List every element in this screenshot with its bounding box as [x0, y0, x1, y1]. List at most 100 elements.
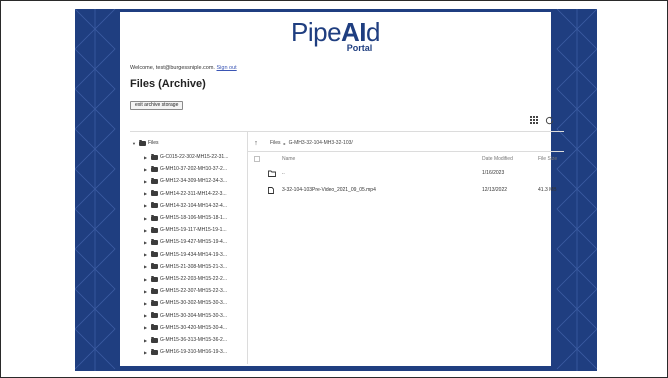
caret-right-icon[interactable]: ▶ [144, 313, 149, 318]
caret-right-icon[interactable]: ▶ [144, 301, 149, 306]
tree-folder-item[interactable]: ▶ G-MH15-22-307-MH15-22-3... [144, 287, 227, 295]
tree-folder-item[interactable]: ▶ G-MH15-18-106-MH15-18-1... [144, 214, 227, 221]
column-file-size[interactable]: File Size [538, 154, 557, 164]
breadcrumb-separator: ▸ [283, 140, 286, 146]
tree-folder-label: G-MH15-19-427-MH15-19-4... [160, 239, 227, 246]
tree-folder-label: G-C015-22-302-MH15-22-31... [160, 154, 229, 160]
welcome-line: Welcome, test@burgessniple.com. Sign out [130, 65, 237, 71]
column-date-modified[interactable]: Date Modified [482, 154, 513, 164]
table-row[interactable]: .. 1/16/2023 [248, 167, 564, 179]
file-icon [268, 184, 274, 196]
file-date-modified: 12/13/2022 [482, 187, 508, 193]
file-size: 41.3 MB [538, 187, 557, 193]
tree-folder-label: G-MH14-32-104-MH14-32-4... [160, 202, 227, 209]
tree-folder-item[interactable]: ▶ G-MH10-37-202-MH10-37-2... [144, 165, 227, 173]
exit-archive-button[interactable]: exit archive storage [130, 101, 184, 110]
folder-icon [151, 226, 158, 233]
file-list: ↑ Files ▸ G-MH3-32-104-MH3-32-103/ Name … [248, 132, 564, 364]
folder-icon [151, 263, 158, 270]
tree-folder-item[interactable]: ▶ G-MH14-32-104-MH14-32-4... [144, 202, 227, 209]
folder-icon [151, 177, 158, 184]
caret-right-icon[interactable]: ▶ [144, 203, 149, 208]
caret-right-icon[interactable]: ▶ [144, 179, 149, 184]
sign-out-link[interactable]: Sign out [217, 65, 237, 71]
tree-folder-item[interactable]: ▶ G-C015-22-302-MH15-22-31... [144, 153, 229, 160]
caret-right-icon[interactable]: ▶ [144, 240, 149, 245]
tree-folder-item[interactable]: ▶ G-MH12-34-309-MH12-34-3... [144, 177, 227, 185]
caret-right-icon[interactable]: ▶ [144, 289, 149, 294]
breadcrumb-current: G-MH3-32-104-MH3-32-103/ [288, 140, 353, 146]
tree-folder-item[interactable]: ▶ G-MH15-22-203-MH15-22-2... [144, 275, 227, 282]
caret-right-icon[interactable]: ▶ [144, 252, 149, 257]
caret-right-icon[interactable]: ▶ [144, 228, 149, 233]
tree-folder-item[interactable]: ▶ G-MH15-30-302-MH15-30-3... [144, 299, 227, 307]
file-name[interactable]: 3-32-104-103Pre-Video_2021_09_05.mp4 [282, 184, 376, 196]
caret-down-icon[interactable]: ▼ [132, 141, 137, 146]
folder-icon [151, 324, 158, 331]
file-date-modified: 1/16/2023 [482, 170, 505, 176]
tree-folder-item[interactable]: ▶ G-MH14-22-311-MH14-22-3... [144, 190, 227, 197]
welcome-text: Welcome, test@burgessniple.com. [130, 65, 215, 71]
grid-view-icon[interactable] [528, 116, 540, 128]
caret-right-icon[interactable]: ▶ [144, 338, 149, 343]
folder-icon [151, 165, 158, 172]
upload-icon[interactable]: ↑ [248, 140, 264, 147]
page-title: Files (Archive) [130, 78, 206, 90]
tree-folder-item[interactable]: ▶ G-MH15-36-313-MH15-36-2... [144, 336, 227, 343]
folder-icon [151, 336, 158, 343]
select-all-checkbox[interactable] [254, 156, 260, 162]
table-row[interactable]: 3-32-104-103Pre-Video_2021_09_05.mp4 12/… [248, 184, 564, 196]
folder-icon [151, 190, 158, 197]
caret-right-icon[interactable]: ▶ [144, 264, 149, 269]
tree-folder-item[interactable]: ▶ G-MH16-19-310-MH16-19-3... [144, 348, 227, 356]
refresh-icon[interactable] [543, 116, 555, 128]
tree-folder-label: G-MH15-22-307-MH15-22-3... [160, 288, 227, 295]
pipeaid-logo: PipeAId Portal [120, 18, 551, 53]
folder-icon [151, 287, 158, 294]
parent-folder-icon [268, 167, 276, 179]
caret-right-icon[interactable]: ▶ [144, 191, 149, 196]
tree-folder-item[interactable]: ▶ G-MH15-30-420-MH15-30-4... [144, 324, 227, 331]
tree-folder-label: G-MH12-34-309-MH12-34-3... [160, 178, 227, 185]
column-name[interactable]: Name [282, 154, 295, 164]
folder-icon [151, 214, 158, 221]
folder-open-icon [139, 139, 146, 146]
caret-right-icon[interactable]: ▶ [144, 325, 149, 330]
tree-folder-label: G-MH15-30-302-MH15-30-3... [160, 300, 227, 307]
file-name[interactable]: .. [282, 167, 285, 179]
column-header-row: Name Date Modified File Size [248, 154, 564, 164]
tree-folder-item[interactable]: ▶ G-MH15-19-434-MH14-19-3... [144, 251, 227, 258]
portal-page: PipeAId Portal Welcome, test@burgessnipl… [120, 12, 564, 366]
folder-icon [151, 202, 158, 209]
background-band: PipeAId Portal Welcome, test@burgessnipl… [75, 9, 597, 371]
folder-tree: ▼ Files ▶ G-C015-22-302-MH15-22-31... ▶ G-M… [130, 132, 248, 364]
caret-right-icon[interactable]: ▶ [144, 216, 149, 221]
tree-folder-label: G-MH15-19-434-MH14-19-3... [160, 251, 227, 258]
divider [248, 151, 564, 152]
tree-folder-item[interactable]: ▶ G-MH15-19-117-MH15-19-1... [144, 226, 227, 234]
tree-folder-label: G-MH14-22-311-MH14-22-3... [160, 190, 227, 197]
tree-folder-label: G-MH15-19-117-MH15-19-1... [160, 227, 227, 234]
tree-folder-label: G-MH16-19-310-MH16-19-3... [160, 349, 227, 356]
folder-icon [151, 275, 158, 282]
tree-folder-item[interactable]: ▶ G-MH15-30-304-MH15-30-3... [144, 312, 227, 319]
tree-folder-item[interactable]: ▶ G-MH15-21-308-MH15-21-3... [144, 263, 227, 270]
caret-right-icon[interactable]: ▶ [144, 350, 149, 355]
caret-right-icon[interactable]: ▶ [144, 155, 149, 160]
screenshot-frame: PipeAId Portal Welcome, test@burgessnipl… [0, 0, 668, 378]
tree-root-label: Files [148, 140, 159, 146]
folder-icon [151, 153, 158, 160]
caret-right-icon[interactable]: ▶ [144, 277, 149, 282]
folder-icon [151, 238, 158, 245]
tree-folder-label: G-MH15-30-420-MH15-30-4... [160, 324, 227, 331]
logo-subtitle: Portal [346, 43, 373, 53]
tree-folder-label: G-MH10-37-202-MH10-37-2... [160, 166, 227, 173]
caret-right-icon[interactable]: ▶ [144, 167, 149, 172]
tree-root-files[interactable]: ▼ Files [132, 139, 159, 146]
tree-folder-item[interactable]: ▶ G-MH15-19-427-MH15-19-4... [144, 238, 227, 246]
breadcrumb-root[interactable]: Files [270, 140, 281, 146]
tree-folder-label: G-MH15-21-308-MH15-21-3... [160, 263, 227, 270]
folder-icon [151, 299, 158, 306]
folder-icon [151, 348, 158, 355]
folder-icon [151, 251, 158, 258]
